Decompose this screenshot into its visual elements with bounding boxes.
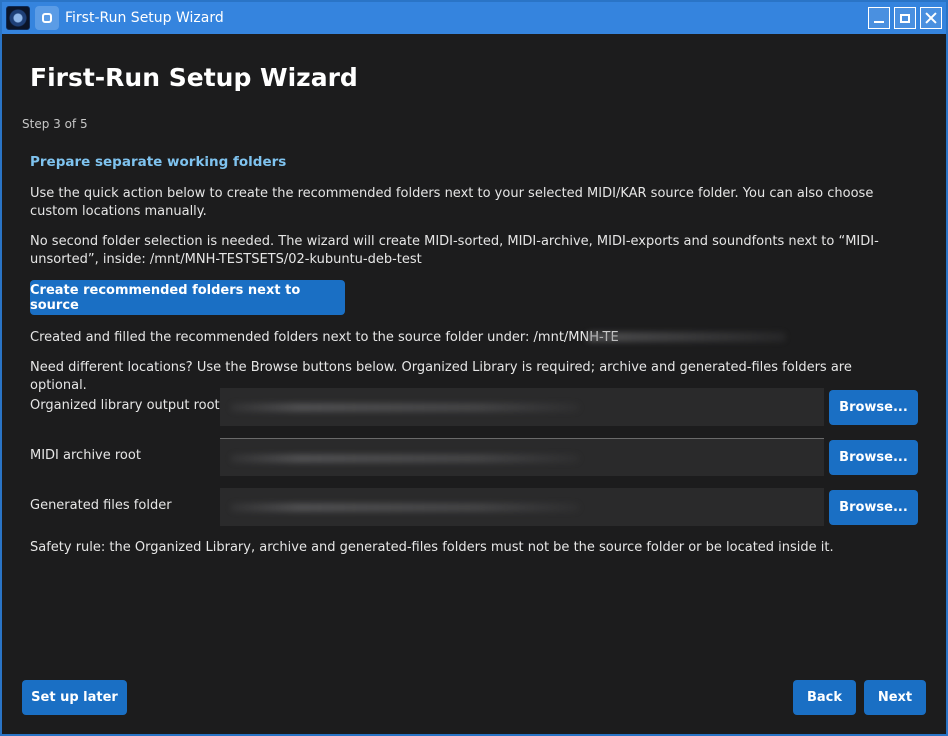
archive-root-label: MIDI archive root bbox=[30, 448, 141, 463]
window-menu-icon bbox=[42, 13, 52, 23]
redacted-path bbox=[230, 403, 580, 412]
wizard-window: First-Run Setup Wizard First-Run Setup W… bbox=[0, 0, 948, 736]
close-icon bbox=[925, 12, 937, 24]
redacted-path bbox=[586, 332, 786, 342]
step-indicator: Step 3 of 5 bbox=[22, 117, 88, 131]
minimize-button[interactable] bbox=[868, 7, 890, 29]
title-bar[interactable]: First-Run Setup Wizard bbox=[2, 2, 946, 34]
generated-files-label: Generated files folder bbox=[30, 498, 172, 513]
intro-text: Use the quick action below to create the… bbox=[30, 186, 874, 219]
create-recommended-folders-button[interactable]: Create recommended folders next to sourc… bbox=[30, 280, 345, 315]
generated-files-input[interactable] bbox=[220, 488, 824, 526]
maximize-icon bbox=[900, 13, 910, 23]
library-root-label: Organized library output root bbox=[30, 398, 220, 413]
redacted-path bbox=[230, 503, 580, 512]
note-text: No second folder selection is needed. Th… bbox=[30, 234, 879, 267]
minimize-icon bbox=[874, 21, 884, 23]
next-button[interactable]: Next bbox=[864, 680, 926, 715]
page-title: First-Run Setup Wizard bbox=[30, 63, 358, 92]
library-root-browse-button[interactable]: Browse... bbox=[829, 390, 918, 425]
app-logo-icon[interactable] bbox=[6, 6, 30, 30]
close-button[interactable] bbox=[920, 7, 942, 29]
library-root-input[interactable] bbox=[220, 388, 824, 426]
section-title: Prepare separate working folders bbox=[30, 154, 287, 170]
redacted-path bbox=[230, 454, 580, 463]
archive-root-browse-button[interactable]: Browse... bbox=[829, 440, 918, 475]
window-title: First-Run Setup Wizard bbox=[65, 10, 224, 26]
maximize-button[interactable] bbox=[894, 7, 916, 29]
safety-rule-text: Safety rule: the Organized Library, arch… bbox=[30, 540, 834, 555]
archive-root-input[interactable] bbox=[220, 438, 824, 476]
generated-files-browse-button[interactable]: Browse... bbox=[829, 490, 918, 525]
set-up-later-button[interactable]: Set up later bbox=[22, 680, 127, 715]
back-button[interactable]: Back bbox=[793, 680, 856, 715]
window-menu-button[interactable] bbox=[35, 6, 59, 30]
